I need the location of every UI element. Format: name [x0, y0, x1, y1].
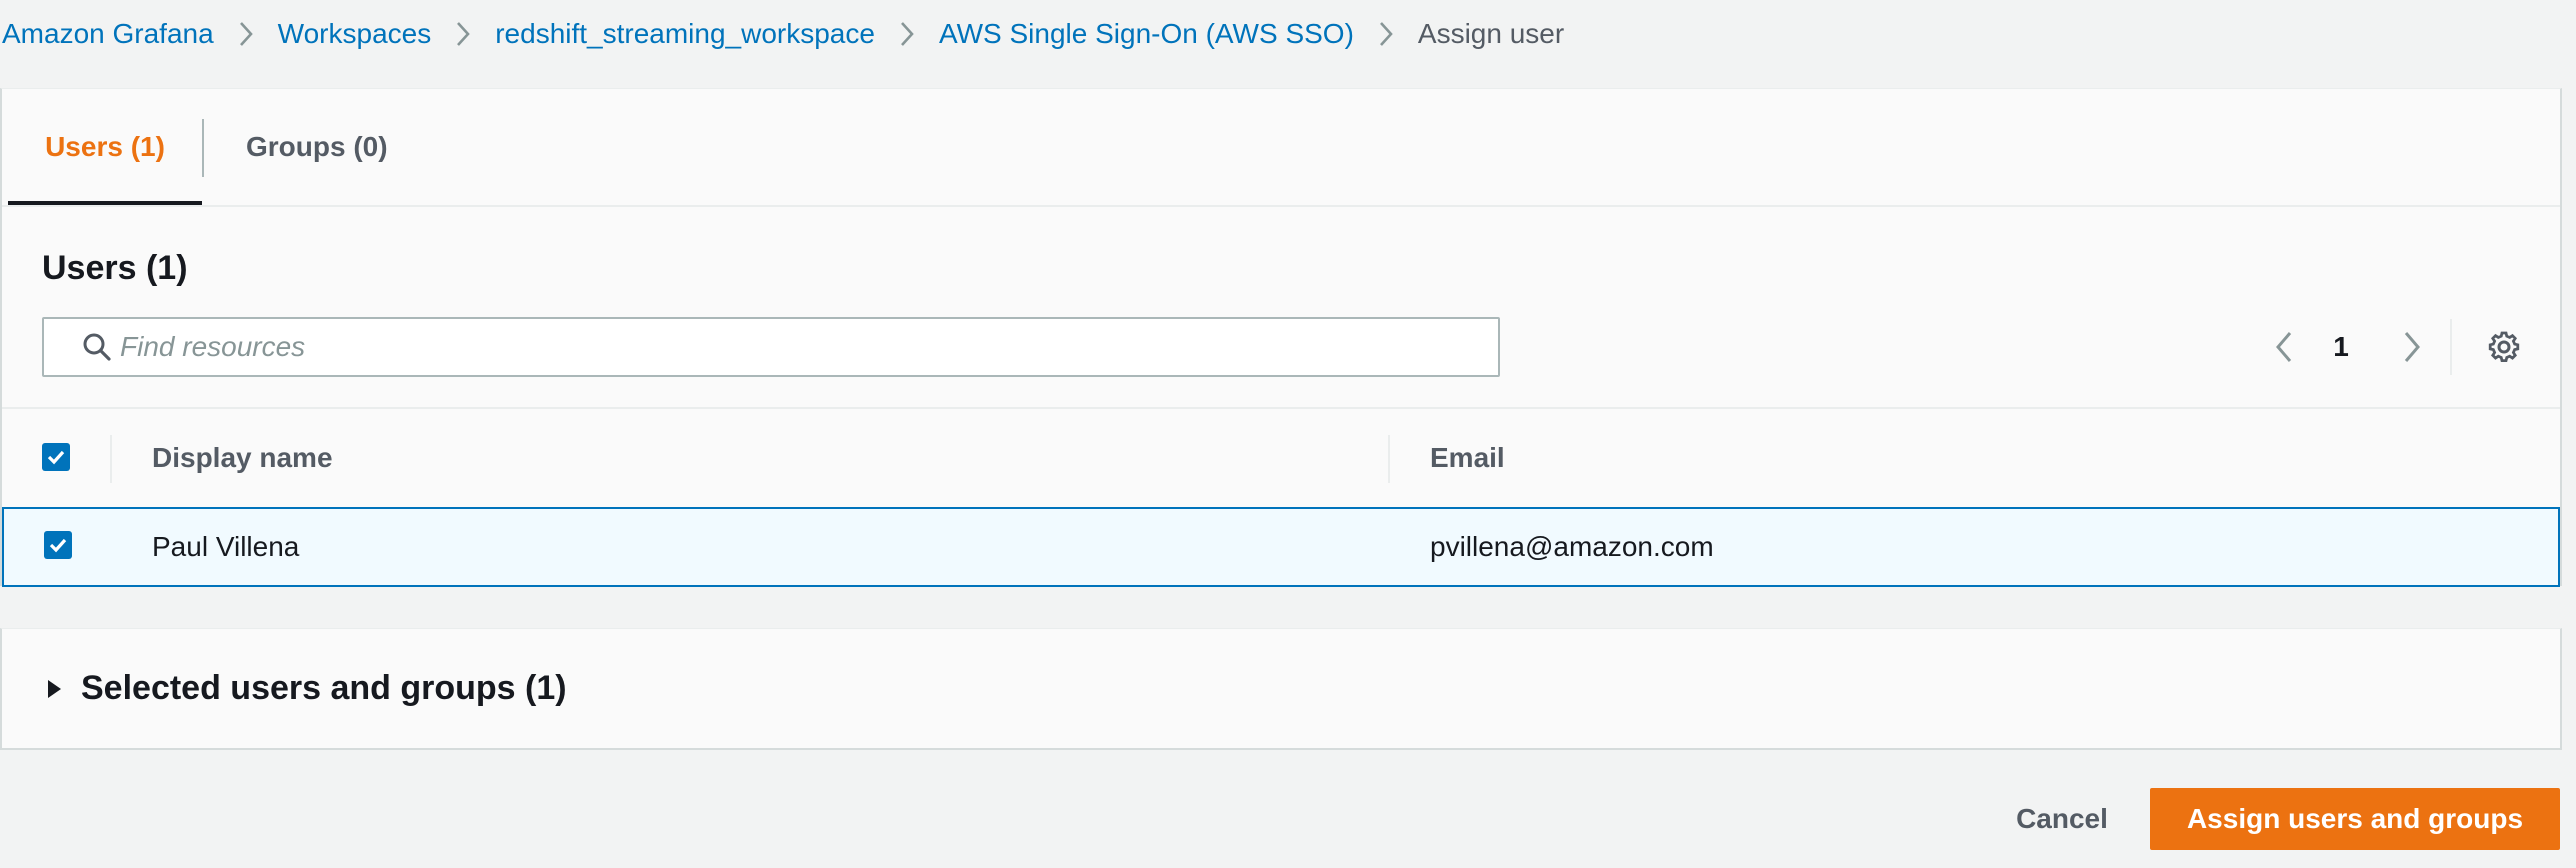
tab-bar: Users (1) Groups (0) [2, 89, 2560, 207]
cell-display-name: Paul Villena [152, 531, 300, 562]
selected-users-groups-title: Selected users and groups (1) [81, 669, 567, 707]
table-row[interactable]: Paul Villena pvillena@amazon.com [2, 507, 2560, 587]
search-input[interactable] [116, 320, 1498, 374]
chevron-right-icon[interactable] [2392, 317, 2432, 377]
chevron-right-icon [431, 14, 495, 54]
cell-email: pvillena@amazon.com [1430, 531, 1714, 562]
tab-divider [202, 119, 204, 177]
breadcrumb-current: Assign user [1417, 18, 1565, 49]
chevron-left-icon[interactable] [2264, 317, 2304, 377]
chevron-right-icon [214, 14, 278, 54]
caret-right-icon [48, 679, 61, 698]
tab-users[interactable]: Users (1) [8, 89, 202, 205]
assign-users-groups-button[interactable]: Assign users and groups [2150, 788, 2560, 850]
breadcrumb-link-workspace[interactable]: redshift_streaming_workspace [495, 18, 875, 50]
chevron-right-icon [1354, 14, 1418, 54]
tab-groups[interactable]: Groups (0) [246, 89, 388, 205]
row-checkbox[interactable] [44, 531, 72, 559]
chevron-right-icon [875, 14, 939, 54]
breadcrumb-link-aws-sso[interactable]: AWS Single Sign-On (AWS SSO) [939, 18, 1354, 50]
breadcrumb-link-amazon-grafana[interactable]: Amazon Grafana [2, 18, 214, 50]
checkmark-icon [47, 450, 65, 465]
users-table-container: Users (1) Groups (0) Users (1) 1 [0, 88, 2562, 587]
column-header-display-name[interactable]: Display name [152, 409, 333, 507]
column-separator [1388, 435, 1390, 483]
pagination-divider [2450, 319, 2452, 375]
table-header: Display name Email [2, 407, 2560, 507]
search-icon [44, 319, 116, 375]
column-header-email[interactable]: Email [1430, 409, 1505, 507]
column-separator [110, 435, 112, 483]
settings-gear-icon[interactable] [2482, 317, 2526, 377]
cancel-button[interactable]: Cancel [2000, 788, 2124, 850]
checkmark-icon [49, 538, 67, 553]
selected-users-groups-expander[interactable]: Selected users and groups (1) [0, 628, 2562, 750]
select-all-checkbox[interactable] [42, 443, 70, 471]
pagination-page-number[interactable]: 1 [2318, 317, 2364, 377]
table-title: Users (1) [42, 249, 188, 287]
breadcrumb: Amazon Grafana Workspaces redshift_strea… [2, 14, 1564, 54]
breadcrumb-link-workspaces[interactable]: Workspaces [278, 18, 432, 50]
search-field[interactable] [42, 317, 1500, 377]
